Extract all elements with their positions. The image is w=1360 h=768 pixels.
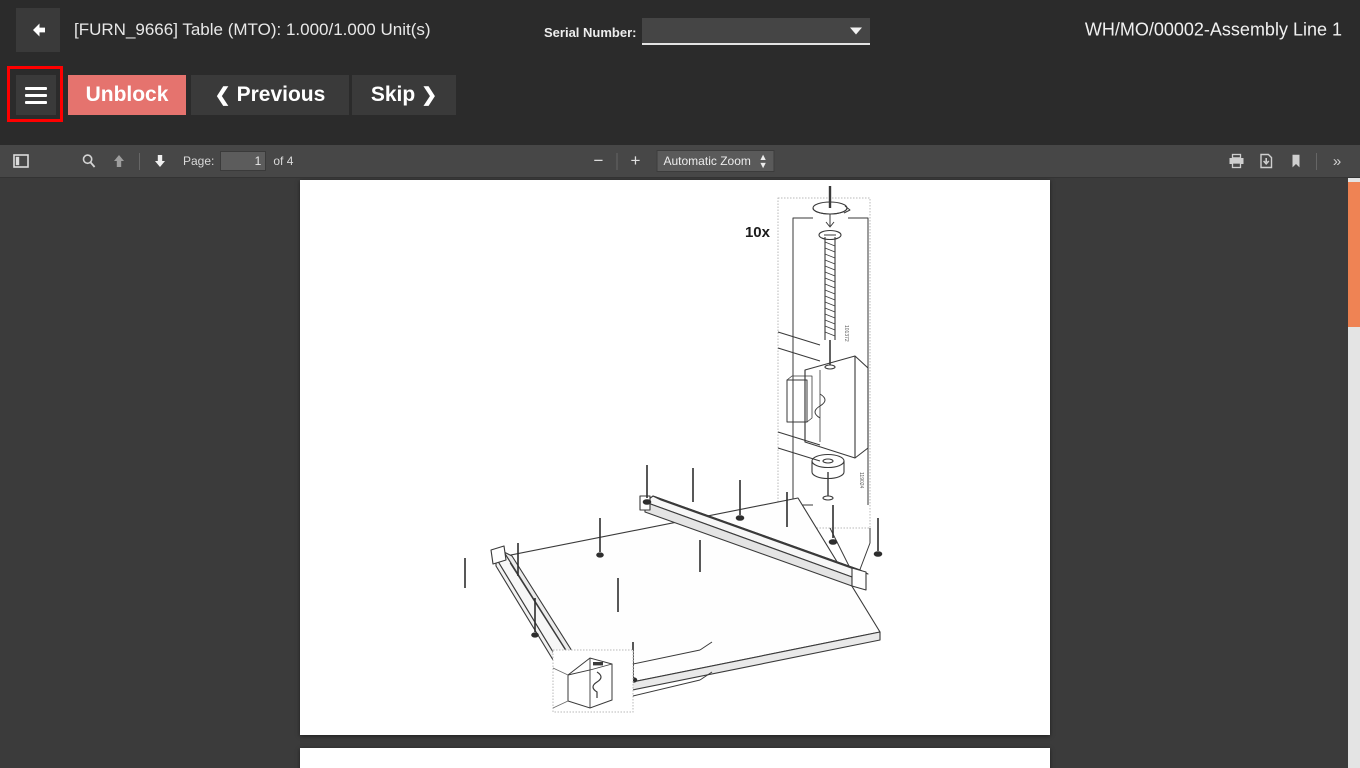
page-number-input[interactable] [220,151,267,171]
minus-icon: − [593,151,604,170]
svg-text:101372: 101372 [843,325,849,342]
zoom-out-button[interactable]: − [586,149,612,173]
serial-number-label: Serial Number: [544,25,637,40]
arrow-up-icon [114,155,124,167]
page-label: Page: [183,154,215,168]
print-button[interactable] [1222,149,1250,174]
vertical-scrollbar-thumb[interactable] [1348,182,1360,327]
previous-button-label: Previous [236,83,326,106]
print-icon [1229,153,1243,169]
download-button[interactable] [1252,149,1280,174]
next-page-button[interactable] [146,149,174,174]
more-tools-button[interactable]: » [1323,149,1351,174]
unblock-button-label: Unblock [85,83,169,106]
zoom-level-select[interactable]: Automatic Zoom ▲ ▼ [656,150,775,172]
previous-button[interactable]: ❮ Previous [191,75,349,115]
page-total-label: of 4 [273,154,294,168]
pdf-viewer-canvas[interactable]: 10x 101372 119024 [0,178,1360,768]
pdf-page-1: 10x 101372 119024 [300,180,1050,735]
sidebar-toggle-button[interactable] [7,149,35,174]
previous-page-button[interactable] [105,149,133,174]
chevron-left-icon: ❮ [214,84,231,106]
assembly-drawing: 10x 101372 119024 [464,186,883,713]
toolbar-divider [139,152,140,170]
serial-number-group: Serial Number: [544,18,871,45]
bookmark-button[interactable] [1282,149,1310,174]
unblock-button[interactable]: Unblock [68,75,186,115]
find-button[interactable] [75,149,103,174]
hamburger-menu-icon [25,83,47,108]
action-toolbar: Unblock ❮ Previous Skip ❯ [0,60,1360,145]
workorder-title: [FURN_9666] Table (MTO): 1.000/1.000 Uni… [74,20,431,39]
arrow-left-icon [33,23,45,37]
back-button[interactable] [16,8,60,52]
plus-icon: + [630,151,641,170]
pdf-viewer-toolbar: Page: of 4 − + Automatic Zoom ▲▼ [0,145,1360,178]
zoom-in-button[interactable]: + [623,149,649,173]
chevron-right-icon: ❯ [421,84,438,106]
skip-button[interactable]: Skip ❯ [352,75,456,115]
hamburger-menu-button[interactable] [16,75,56,115]
bookmark-icon [1292,154,1300,168]
search-icon [82,154,96,168]
download-icon [1260,153,1273,169]
vertical-scrollbar[interactable] [1348,178,1360,768]
zoom-level-value: Automatic Zoom [663,154,751,168]
serial-number-select[interactable] [642,18,871,45]
updown-chevron-icon: ▲ ▼ [758,152,768,170]
mo-reference: WH/MO/00002-Assembly Line 1 [1084,19,1342,40]
svg-text:119024: 119024 [858,472,864,489]
chevron-down-icon [850,27,863,34]
sidebar-toggle-icon [13,154,29,168]
svg-text:10x: 10x [745,224,771,241]
pdf-page-2 [300,748,1050,768]
skip-button-label: Skip [370,83,416,106]
toolbar-divider-right [1316,152,1317,170]
double-chevron-right-icon: » [1332,152,1342,170]
arrow-down-icon [155,155,165,167]
toolbar-divider-zoom [616,152,618,170]
app-header: [FURN_9666] Table (MTO): 1.000/1.000 Uni… [0,0,1360,60]
